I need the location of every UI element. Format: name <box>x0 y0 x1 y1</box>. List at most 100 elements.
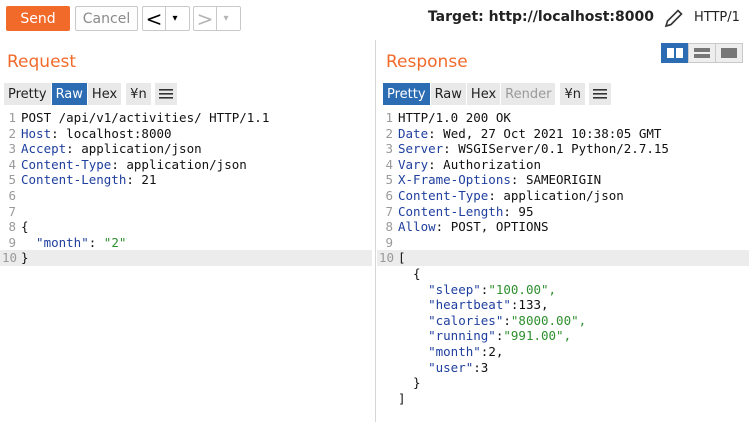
response-line-key: Allow <box>398 219 436 235</box>
response-line-key: "running" <box>398 328 496 344</box>
response-code-line: Content-Type: application/json <box>398 188 624 204</box>
response-line-number: 7 <box>385 203 393 219</box>
request-line-key: Content-Length <box>21 172 127 188</box>
response-line-key: X-Frame-Options <box>398 172 511 188</box>
response-tab-newline[interactable]: ¥n <box>560 83 585 105</box>
request-current-line <box>0 250 372 266</box>
forward-arrow-icon[interactable]: > <box>194 7 217 30</box>
request-line-number: 4 <box>8 156 16 172</box>
response-line-value: "991.00", <box>503 328 572 344</box>
request-line-separator: : <box>51 125 67 141</box>
toolbar: Send Cancel < ▾ > ▾ Target: http://local… <box>0 0 750 38</box>
request-code-line: Content-Length: 21 <box>21 172 156 188</box>
response-code-line: Vary: Authorization <box>398 157 541 173</box>
response-code-line: "calories":"8000.00", <box>398 313 586 329</box>
request-code-line: POST /api/v1/activities/ HTTP/1.1 <box>21 110 269 126</box>
request-line-number: 8 <box>8 219 16 235</box>
request-code-line: { <box>21 219 29 235</box>
request-menu-icon[interactable] <box>154 83 177 105</box>
request-line-number: 5 <box>8 172 16 188</box>
request-code-line: "month": "2" <box>21 235 126 251</box>
back-nav[interactable]: < ▾ <box>142 6 190 31</box>
response-line-key: "sleep" <box>398 281 481 297</box>
response-line-number <box>379 328 393 344</box>
response-code-line: Allow: POST, OPTIONS <box>398 219 549 235</box>
request-line-key: Content-Type <box>21 156 112 172</box>
response-line-number: 3 <box>385 141 393 157</box>
request-tab-raw[interactable]: Raw <box>51 83 87 105</box>
layout-toggle-group <box>661 43 743 63</box>
response-line-separator: : <box>435 219 451 235</box>
response-code-line: Date: Wed, 27 Oct 2021 10:38:05 GMT <box>398 126 661 142</box>
response-line-number <box>379 344 393 360</box>
response-line-value: 133, <box>518 297 549 313</box>
request-line-value: { <box>21 219 29 235</box>
response-code-line: "heartbeat":133, <box>398 297 549 313</box>
request-line-value: 21 <box>141 172 157 188</box>
request-line-value: "2" <box>103 234 127 250</box>
request-tab-newline[interactable]: ¥n <box>126 83 151 105</box>
response-line-key: Server <box>398 141 444 157</box>
response-line-number: 4 <box>385 156 393 172</box>
response-line-value: ] <box>398 390 406 406</box>
back-dropdown-icon[interactable]: ▾ <box>166 7 184 30</box>
response-tab-hex[interactable]: Hex <box>466 83 501 105</box>
response-tab-raw[interactable]: Raw <box>430 83 466 105</box>
back-arrow-icon[interactable]: < <box>143 7 166 30</box>
response-code-line: Content-Length: 95 <box>398 204 533 220</box>
response-line-value: 95 <box>518 203 534 219</box>
send-button[interactable]: Send <box>6 6 70 31</box>
request-line-separator: : <box>111 156 127 172</box>
response-line-number: 1 <box>385 110 393 125</box>
request-line-value: application/json <box>126 156 247 172</box>
request-code-line: Content-Type: application/json <box>21 157 247 173</box>
request-line-number: 9 <box>8 234 16 250</box>
response-line-value: "8000.00", <box>510 312 587 328</box>
forward-dropdown-icon[interactable]: ▾ <box>217 7 235 30</box>
response-tabs: Pretty Raw Hex Render ¥n <box>383 83 612 105</box>
response-line-key: Date <box>398 125 429 141</box>
response-line-value: 2, <box>488 344 504 359</box>
request-line-separator: : <box>126 172 142 188</box>
response-line-key: Content-Type <box>398 188 489 203</box>
forward-nav[interactable]: > ▾ <box>193 6 241 31</box>
request-title: Request <box>7 52 77 72</box>
layout-single-icon[interactable] <box>715 43 743 63</box>
response-tab-pretty[interactable]: Pretty <box>383 83 430 105</box>
response-code-line: X-Frame-Options: SAMEORIGIN <box>398 172 601 188</box>
panel-divider[interactable] <box>375 40 376 422</box>
response-menu-icon[interactable] <box>588 83 611 105</box>
response-code-line: HTTP/1.0 200 OK <box>398 110 511 126</box>
response-code-line: "running":"991.00", <box>398 328 571 344</box>
request-line-key: "month" <box>21 234 89 250</box>
request-tab-hex[interactable]: Hex <box>87 83 122 105</box>
request-line-value: localhost:8000 <box>66 125 172 141</box>
layout-horizontal-icon[interactable] <box>688 43 716 63</box>
response-line-separator: : <box>488 188 504 203</box>
response-line-value: SAMEORIGIN <box>525 172 602 188</box>
target-label: Target: http://localhost:8000 <box>427 9 654 25</box>
request-line-separator: : <box>66 141 82 157</box>
response-tab-render[interactable]: Render <box>501 83 556 105</box>
layout-split-icon[interactable] <box>661 43 689 63</box>
response-line-value: "100.00", <box>488 281 557 297</box>
response-line-number: 5 <box>385 172 393 188</box>
response-line-value: [ <box>398 250 406 266</box>
request-code-line: Host: localhost:8000 <box>21 126 172 142</box>
request-line-number: 1 <box>8 110 16 125</box>
response-code-line: [ <box>398 250 406 266</box>
request-line-key: Accept <box>21 141 67 157</box>
response-line-key: Vary <box>398 156 429 172</box>
http-version-label[interactable]: HTTP/1 <box>694 10 740 25</box>
response-line-value: POST, OPTIONS <box>450 219 549 235</box>
response-line-number: 2 <box>385 125 393 141</box>
response-line-number: 6 <box>385 188 393 203</box>
request-tab-pretty[interactable]: Pretty <box>4 83 51 105</box>
response-line-number <box>379 282 393 298</box>
response-line-number: 8 <box>385 219 393 235</box>
response-line-separator: : <box>473 359 481 375</box>
response-line-separator: : <box>428 125 444 141</box>
response-line-number: 9 <box>385 234 393 250</box>
pencil-icon[interactable] <box>662 6 686 30</box>
cancel-button[interactable]: Cancel <box>75 6 138 31</box>
